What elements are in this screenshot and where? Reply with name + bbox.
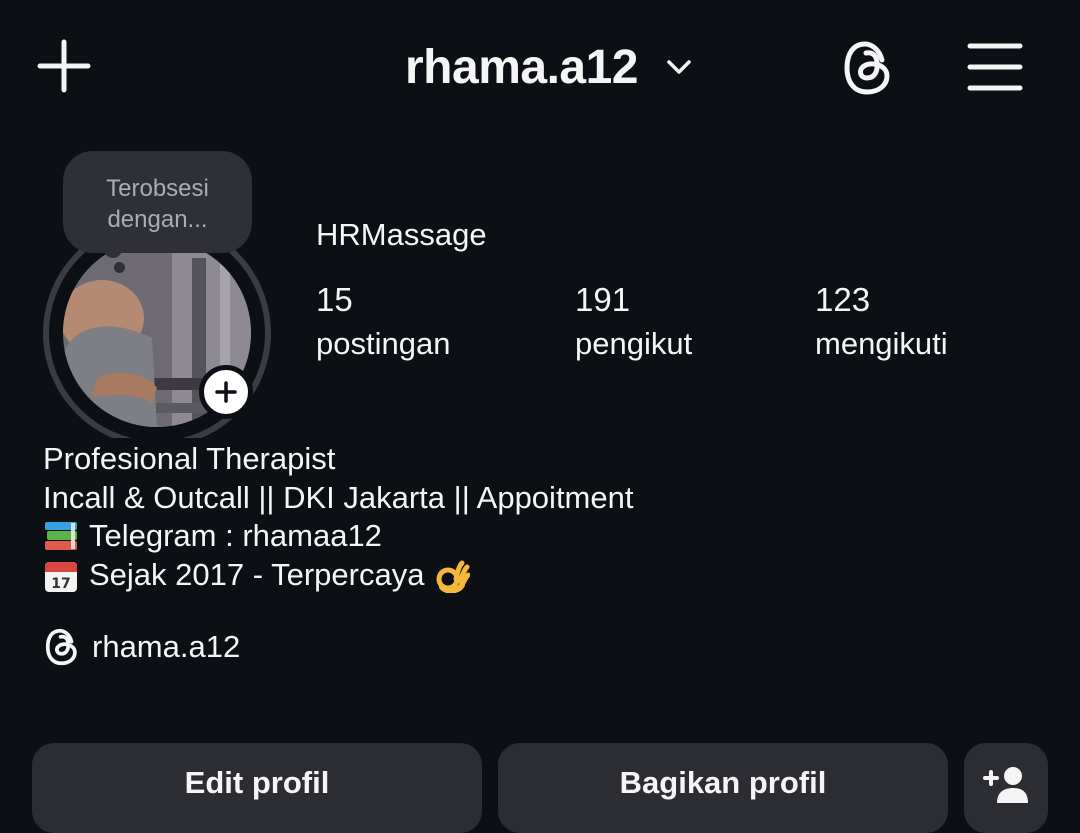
following-label: mengikuti [815, 326, 948, 361]
stat-followers[interactable]: 191 pengikut [575, 280, 692, 368]
share-profile-button[interactable]: Bagikan profil [498, 743, 948, 833]
account-username[interactable]: rhama.a12 [405, 38, 639, 98]
profile-bio: Profesional Therapist Incall & Outcall |… [43, 440, 633, 594]
plus-icon [215, 381, 237, 403]
edit-profile-label: Edit profil [184, 765, 330, 800]
add-story-button[interactable] [199, 365, 253, 419]
add-person-icon [983, 767, 1028, 803]
bio-line: Incall & Outcall || DKI Jakarta || Appoi… [43, 479, 634, 515]
profile-note[interactable]: Terobsesi dengan... [63, 151, 252, 253]
following-count: 123 [815, 281, 871, 318]
posts-label: postingan [316, 326, 451, 361]
menu-icon[interactable] [966, 40, 1024, 94]
followers-count: 191 [575, 281, 631, 318]
books-emoji-icon [43, 520, 79, 552]
chevron-down-icon[interactable] [664, 52, 694, 82]
bio-since: Sejak 2017 - Terpercaya [89, 556, 425, 592]
threads-handle: rhama.a12 [92, 629, 241, 664]
bio-line: Profesional Therapist [43, 441, 336, 476]
threads-icon[interactable] [838, 37, 898, 99]
bio-line: 17 Sejak 2017 - Terpercaya [43, 556, 633, 595]
note-text: Terobsesi dengan... [106, 175, 209, 233]
bio-telegram: Telegram : rhamaa12 [89, 518, 382, 553]
stat-posts[interactable]: 15 postingan [316, 280, 450, 368]
threads-profile-link[interactable]: rhama.a12 [44, 628, 240, 666]
calendar-emoji-icon: 17 [43, 559, 79, 592]
stat-following[interactable]: 123 mengikuti [815, 280, 948, 368]
posts-count: 15 [316, 281, 353, 318]
bio-line: Telegram : rhamaa12 [43, 517, 633, 556]
create-plus-icon[interactable] [36, 38, 92, 94]
svg-text:17: 17 [51, 576, 70, 592]
share-profile-label: Bagikan profil [619, 765, 827, 800]
edit-profile-button[interactable]: Edit profil [32, 743, 482, 833]
display-name: HRMassage [316, 217, 487, 252]
discover-people-button[interactable] [964, 743, 1048, 833]
ok-hand-emoji-icon [434, 559, 471, 594]
note-tail-small [114, 262, 125, 273]
threads-small-icon [44, 628, 80, 666]
followers-label: pengikut [575, 326, 693, 361]
